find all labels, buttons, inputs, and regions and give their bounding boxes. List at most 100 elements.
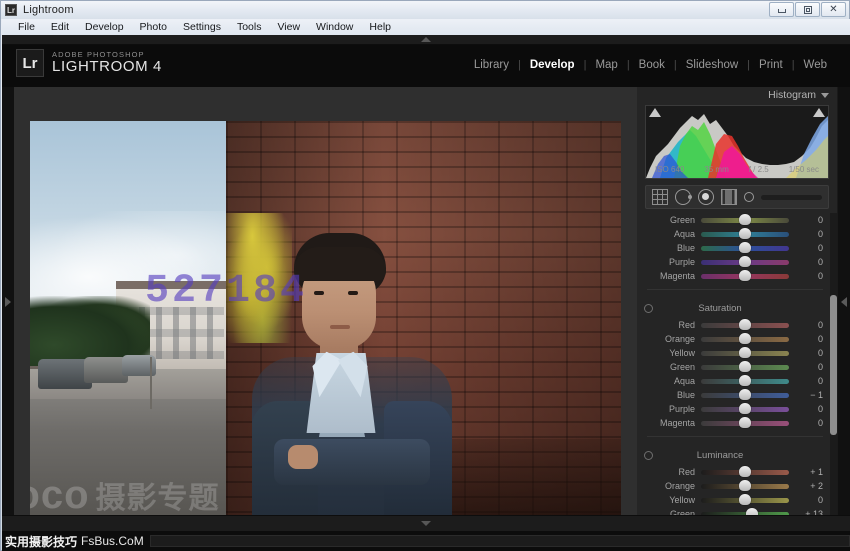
- highlight-clipping-indicator[interactable]: [813, 108, 825, 117]
- top-panel-collapse-bar[interactable]: [2, 35, 850, 45]
- red-eye-icon[interactable]: [698, 189, 714, 205]
- slider-track[interactable]: [701, 407, 789, 412]
- slider-track[interactable]: [701, 365, 789, 370]
- slider-knob[interactable]: [739, 375, 751, 386]
- slider-row[interactable]: Green 0: [637, 360, 833, 374]
- slider-row[interactable]: Aqua 0: [637, 374, 833, 388]
- module-develop[interactable]: Develop: [521, 59, 584, 71]
- adjustment-brush-icon[interactable]: [744, 192, 754, 202]
- exif-shutter-speed: 1/50 sec: [789, 165, 819, 174]
- slider-knob[interactable]: [739, 256, 751, 267]
- slider-knob[interactable]: [739, 228, 751, 239]
- slider-row[interactable]: Yellow 0: [637, 346, 833, 360]
- slider-row[interactable]: Purple 0: [637, 255, 833, 269]
- brush-size-slider[interactable]: [761, 195, 822, 200]
- slider-row[interactable]: Orange 0: [637, 332, 833, 346]
- close-button[interactable]: ✕: [821, 2, 846, 17]
- photo-subject-fringe: [294, 247, 386, 281]
- module-book[interactable]: Book: [630, 59, 674, 71]
- identity-plate[interactable]: Lr ADOBE PHOTOSHOP LIGHTROOM 4: [16, 49, 162, 77]
- photo-image[interactable]: 527184 poco摄影专题 http://photo.poco.cn/: [30, 121, 621, 525]
- menu-item-window[interactable]: Window: [308, 19, 361, 35]
- module-web[interactable]: Web: [795, 59, 836, 71]
- slider-track[interactable]: [701, 246, 789, 251]
- slider-label: Blue: [637, 390, 701, 400]
- slider-row[interactable]: Red 0: [637, 318, 833, 332]
- slider-row[interactable]: Purple 0: [637, 402, 833, 416]
- slider-track[interactable]: [701, 274, 789, 279]
- maximize-button[interactable]: [795, 2, 820, 17]
- slider-knob[interactable]: [739, 242, 751, 253]
- slider-track[interactable]: [701, 498, 789, 503]
- slider-track[interactable]: [701, 232, 789, 237]
- menu-item-tools[interactable]: Tools: [229, 19, 270, 35]
- slider-row[interactable]: Blue 0: [637, 241, 833, 255]
- slider-knob[interactable]: [739, 466, 751, 477]
- slider-track[interactable]: [701, 323, 789, 328]
- menu-item-photo[interactable]: Photo: [132, 19, 175, 35]
- slider-row[interactable]: Magenta 0: [637, 269, 833, 283]
- spot-removal-icon[interactable]: [675, 189, 691, 205]
- slider-knob[interactable]: [739, 494, 751, 505]
- slider-track[interactable]: [701, 421, 789, 426]
- slider-knob[interactable]: [739, 333, 751, 344]
- left-panel-collapse-bar[interactable]: [2, 87, 14, 531]
- slider-row[interactable]: Aqua 0: [637, 227, 833, 241]
- graduated-filter-icon[interactable]: [721, 189, 737, 205]
- histogram-header[interactable]: Histogram: [768, 89, 829, 101]
- module-slideshow[interactable]: Slideshow: [677, 59, 747, 71]
- scrollbar-thumb[interactable]: [830, 295, 837, 435]
- slider-value: 0: [789, 271, 823, 281]
- panel-header-saturation[interactable]: Saturation: [637, 298, 833, 318]
- menu-item-view[interactable]: View: [269, 19, 308, 35]
- slider-knob[interactable]: [739, 403, 751, 414]
- filmstrip-collapse-bar[interactable]: [2, 515, 850, 531]
- slider-row[interactable]: Red + 1: [637, 465, 833, 479]
- slider-track[interactable]: [701, 337, 789, 342]
- menu-item-settings[interactable]: Settings: [175, 19, 229, 35]
- slider-knob[interactable]: [739, 319, 751, 330]
- slider-track[interactable]: [701, 218, 789, 223]
- crop-overlay-icon[interactable]: [652, 189, 668, 205]
- menu-item-help[interactable]: Help: [361, 19, 399, 35]
- target-adjust-icon[interactable]: [644, 451, 653, 460]
- slider-row[interactable]: Orange + 2: [637, 479, 833, 493]
- module-print[interactable]: Print: [750, 59, 792, 71]
- application-window: Lr Lightroom ✕ File Edit Develop Photo S…: [0, 0, 850, 551]
- slider-track[interactable]: [701, 393, 789, 398]
- right-panel-collapse-bar[interactable]: [838, 87, 850, 531]
- slider-track[interactable]: [701, 484, 789, 489]
- slider-label: Purple: [637, 257, 701, 267]
- slider-knob[interactable]: [739, 214, 751, 225]
- menu-item-edit[interactable]: Edit: [43, 19, 77, 35]
- status-bar-label: 实用摄影技巧: [2, 533, 77, 550]
- slider-row[interactable]: Blue − 1: [637, 388, 833, 402]
- slider-row[interactable]: Magenta 0: [637, 416, 833, 430]
- slider-track[interactable]: [701, 351, 789, 356]
- slider-row[interactable]: Yellow 0: [637, 493, 833, 507]
- slider-knob[interactable]: [739, 347, 751, 358]
- panel-header-luminance[interactable]: Luminance: [637, 445, 833, 465]
- right-panel-scrollbar[interactable]: [830, 213, 837, 519]
- slider-knob[interactable]: [739, 270, 751, 281]
- shadow-clipping-indicator[interactable]: [649, 108, 661, 117]
- menu-item-develop[interactable]: Develop: [77, 19, 132, 35]
- slider-track[interactable]: [701, 470, 789, 475]
- slider-track[interactable]: [701, 379, 789, 384]
- slider-value: 0: [789, 495, 823, 505]
- slider-track[interactable]: [701, 260, 789, 265]
- title-bar: Lr Lightroom ✕: [1, 1, 849, 19]
- slider-row[interactable]: Green 0: [637, 213, 833, 227]
- slider-knob[interactable]: [739, 361, 751, 372]
- slider-knob[interactable]: [739, 417, 751, 428]
- panel-luminance: Luminance Red + 1 Orange + 2 Yellow: [637, 445, 833, 519]
- minimize-button[interactable]: [769, 2, 794, 17]
- module-library[interactable]: Library: [465, 59, 518, 71]
- slider-knob[interactable]: [739, 480, 751, 491]
- panel-divider: [647, 289, 823, 290]
- menu-item-file[interactable]: File: [10, 19, 43, 35]
- module-map[interactable]: Map: [586, 59, 626, 71]
- slider-value: + 2: [789, 481, 823, 491]
- target-adjust-icon[interactable]: [644, 304, 653, 313]
- slider-knob[interactable]: [739, 389, 751, 400]
